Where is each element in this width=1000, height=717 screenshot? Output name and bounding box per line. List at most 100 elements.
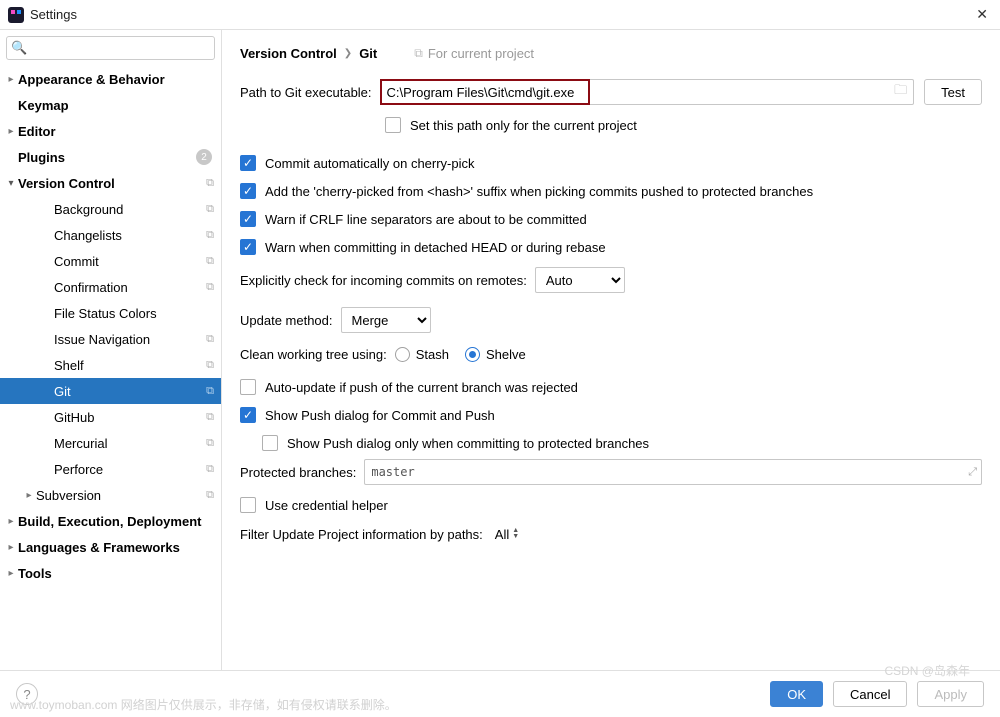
- git-path-label: Path to Git executable:: [240, 85, 372, 100]
- search-icon: 🔍: [11, 40, 27, 56]
- breadcrumb-parent[interactable]: Version Control: [240, 46, 337, 61]
- chevron-right-icon[interactable]: ▸: [4, 516, 18, 527]
- protected-branches-input[interactable]: [371, 465, 968, 479]
- copy-icon: ⧉: [206, 359, 214, 372]
- tree-item-label: Commit: [54, 254, 206, 269]
- tree-item-editor[interactable]: ▸Editor: [0, 118, 221, 144]
- chevron-right-icon: ❯: [344, 48, 352, 59]
- tree-item-label: Background: [54, 202, 206, 217]
- credential-helper-checkbox[interactable]: [240, 497, 256, 513]
- copy-icon: ⧉: [206, 411, 214, 424]
- tree-item-version-control[interactable]: ▾Version Control⧉: [0, 170, 221, 196]
- filter-update-label: Filter Update Project information by pat…: [240, 527, 483, 542]
- tree-item-git[interactable]: Git⧉: [0, 378, 221, 404]
- tree-item-label: Subversion: [36, 488, 206, 503]
- test-button[interactable]: Test: [924, 79, 982, 105]
- tree-item-label: GitHub: [54, 410, 206, 425]
- tree-item-label: Issue Navigation: [54, 332, 206, 347]
- tree-item-keymap[interactable]: Keymap: [0, 92, 221, 118]
- expand-icon[interactable]: ⤢: [968, 466, 977, 479]
- tree-item-label: Keymap: [18, 98, 215, 113]
- chevron-down-icon[interactable]: ▾: [4, 178, 18, 189]
- tree-item-label: Editor: [18, 124, 215, 139]
- tree-item-changelists[interactable]: Changelists⧉: [0, 222, 221, 248]
- settings-tree: ▸Appearance & BehaviorKeymap▸EditorPlugi…: [0, 66, 221, 670]
- commit-cherry-label: Commit automatically on cherry-pick: [265, 156, 475, 171]
- show-push-protected-checkbox[interactable]: [262, 435, 278, 451]
- git-path-input-wrap[interactable]: 🗀: [380, 79, 915, 105]
- tree-item-label: Languages & Frameworks: [18, 540, 215, 555]
- shelve-label: Shelve: [486, 347, 526, 362]
- tree-item-languages-frameworks[interactable]: ▸Languages & Frameworks: [0, 534, 221, 560]
- tree-item-label: Plugins: [18, 150, 196, 165]
- close-button[interactable]: ✕: [972, 6, 992, 23]
- warn-crlf-checkbox[interactable]: [240, 211, 256, 227]
- cancel-button[interactable]: Cancel: [833, 681, 907, 707]
- folder-icon[interactable]: 🗀: [892, 81, 909, 103]
- tree-item-perforce[interactable]: Perforce⧉: [0, 456, 221, 482]
- tree-item-build-execution-deployment[interactable]: ▸Build, Execution, Deployment: [0, 508, 221, 534]
- auto-update-push-checkbox[interactable]: [240, 379, 256, 395]
- app-icon: [8, 7, 24, 23]
- tree-item-label: Confirmation: [54, 280, 206, 295]
- show-push-dialog-checkbox[interactable]: [240, 407, 256, 423]
- chevron-right-icon[interactable]: ▸: [4, 568, 18, 579]
- tree-item-tools[interactable]: ▸Tools: [0, 560, 221, 586]
- tree-item-mercurial[interactable]: Mercurial⧉: [0, 430, 221, 456]
- copy-icon: ⧉: [206, 229, 214, 242]
- tree-item-label: Version Control: [18, 176, 206, 191]
- warn-crlf-label: Warn if CRLF line separators are about t…: [265, 212, 587, 227]
- copy-icon: ⧉: [206, 333, 214, 346]
- tree-item-github[interactable]: GitHub⧉: [0, 404, 221, 430]
- explicit-check-select[interactable]: Auto: [535, 267, 625, 293]
- copy-icon: ⧉: [206, 385, 214, 398]
- breadcrumb-current: Git: [359, 46, 377, 61]
- update-method-label: Update method:: [240, 313, 333, 328]
- tree-item-appearance-behavior[interactable]: ▸Appearance & Behavior: [0, 66, 221, 92]
- tree-item-subversion[interactable]: ▸Subversion⧉: [0, 482, 221, 508]
- cherry-suffix-label: Add the 'cherry-picked from <hash>' suff…: [265, 184, 813, 199]
- git-path-input[interactable]: [387, 85, 893, 100]
- chevron-right-icon[interactable]: ▸: [4, 74, 18, 85]
- tree-item-label: Mercurial: [54, 436, 206, 451]
- search-input-wrap[interactable]: 🔍: [6, 36, 215, 60]
- chevron-right-icon[interactable]: ▸: [22, 490, 36, 501]
- set-path-current-project-checkbox[interactable]: [385, 117, 401, 133]
- update-method-select[interactable]: Merge: [341, 307, 431, 333]
- chevron-right-icon[interactable]: ▸: [4, 542, 18, 553]
- protected-branches-input-wrap[interactable]: ⤢: [364, 459, 982, 485]
- dialog-footer: ? OK Cancel Apply: [0, 670, 1000, 717]
- tree-item-background[interactable]: Background⧉: [0, 196, 221, 222]
- help-button[interactable]: ?: [16, 683, 38, 705]
- show-push-dialog-label: Show Push dialog for Commit and Push: [265, 408, 495, 423]
- copy-icon: ⧉: [206, 203, 214, 216]
- warn-detached-checkbox[interactable]: [240, 239, 256, 255]
- commit-cherry-checkbox[interactable]: [240, 155, 256, 171]
- set-path-current-project-label: Set this path only for the current proje…: [410, 118, 637, 133]
- search-input[interactable]: [30, 41, 210, 56]
- tree-item-shelf[interactable]: Shelf⧉: [0, 352, 221, 378]
- tree-item-plugins[interactable]: Plugins2: [0, 144, 221, 170]
- copy-icon: ⧉: [206, 463, 214, 476]
- warn-detached-label: Warn when committing in detached HEAD or…: [265, 240, 606, 255]
- auto-update-push-label: Auto-update if push of the current branc…: [265, 380, 578, 395]
- tree-item-issue-navigation[interactable]: Issue Navigation⧉: [0, 326, 221, 352]
- tree-item-label: File Status Colors: [54, 306, 215, 321]
- tree-item-commit[interactable]: Commit⧉: [0, 248, 221, 274]
- stash-radio[interactable]: [395, 347, 410, 362]
- count-badge: 2: [196, 149, 212, 165]
- ok-button[interactable]: OK: [770, 681, 823, 707]
- chevron-right-icon[interactable]: ▸: [4, 126, 18, 137]
- cherry-suffix-checkbox[interactable]: [240, 183, 256, 199]
- tree-item-label: Perforce: [54, 462, 206, 477]
- apply-button[interactable]: Apply: [917, 681, 984, 707]
- filter-update-value[interactable]: All: [495, 527, 509, 542]
- explicit-check-label: Explicitly check for incoming commits on…: [240, 273, 527, 288]
- credential-helper-label: Use credential helper: [265, 498, 388, 513]
- scope-hint: ⧉ For current project: [414, 46, 534, 61]
- sidebar: 🔍 ▸Appearance & BehaviorKeymap▸EditorPlu…: [0, 30, 222, 670]
- tree-item-file-status-colors[interactable]: File Status Colors: [0, 300, 221, 326]
- shelve-radio[interactable]: [465, 347, 480, 362]
- filter-stepper-icon[interactable]: ▲▼: [512, 528, 519, 540]
- tree-item-confirmation[interactable]: Confirmation⧉: [0, 274, 221, 300]
